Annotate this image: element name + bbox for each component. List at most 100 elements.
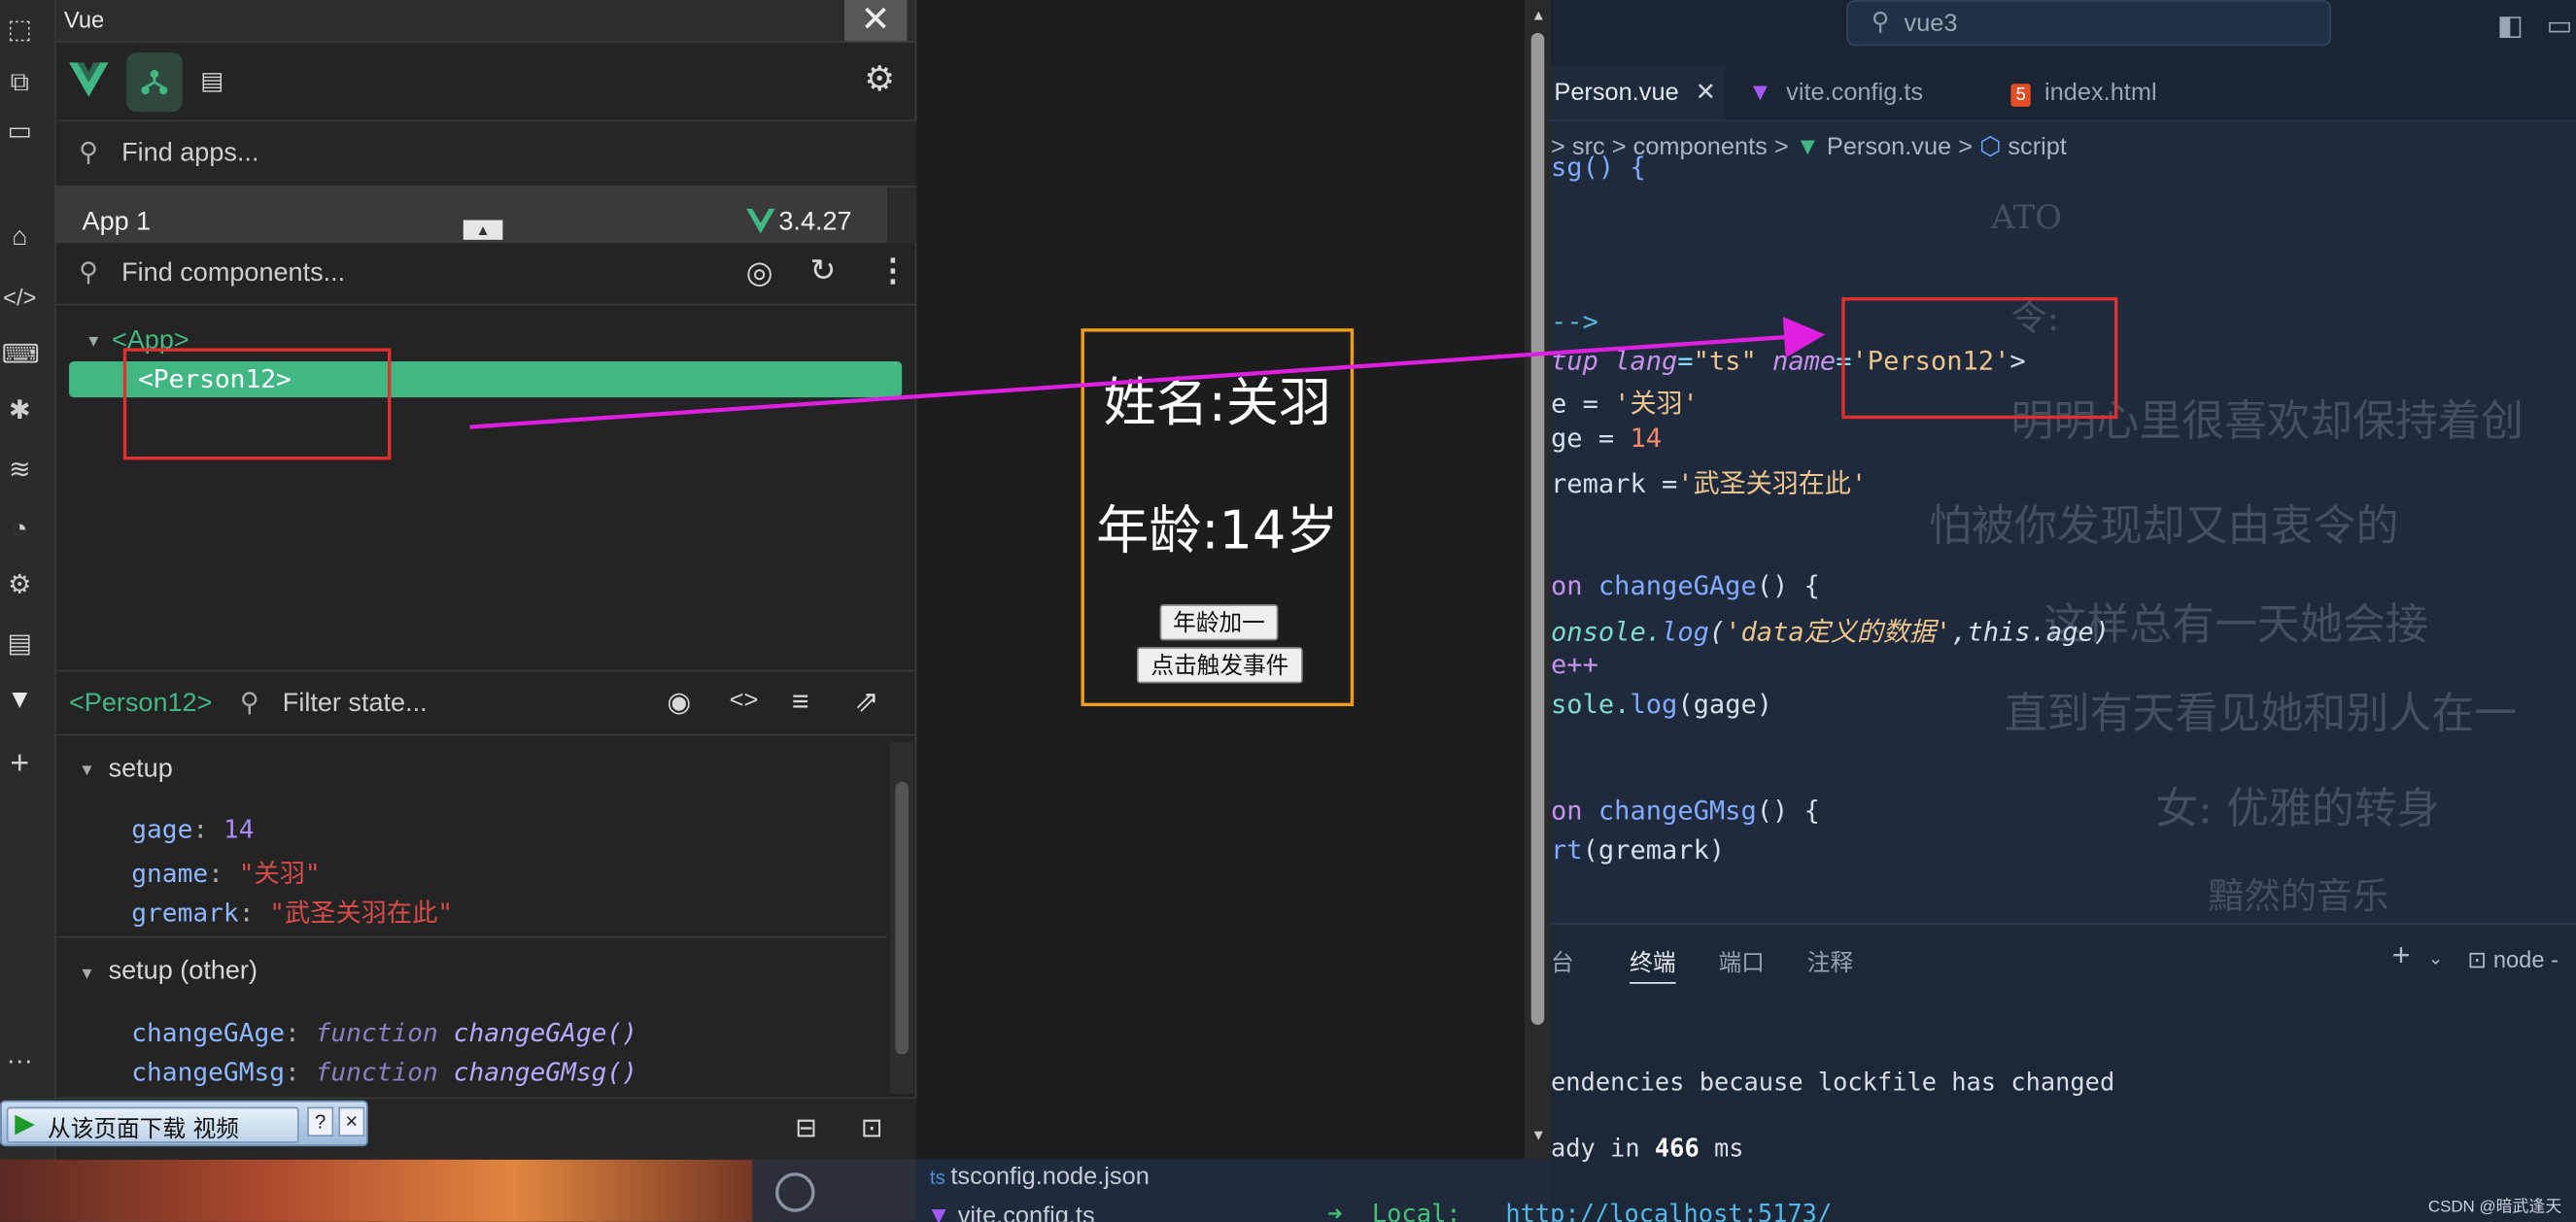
device-icon[interactable]: ⧉ xyxy=(2,66,38,102)
bug-icon[interactable]: ✱ xyxy=(2,394,38,430)
scroll-down-icon[interactable]: ▼ xyxy=(1531,1127,1546,1143)
age-plus-one-button[interactable]: 年龄加一 xyxy=(1159,604,1279,641)
chip-icon[interactable]: ⚙ xyxy=(2,568,38,604)
state-key: gremark xyxy=(131,898,239,929)
components-tab[interactable] xyxy=(126,52,183,112)
layers-icon[interactable]: ▤ xyxy=(2,628,38,663)
panel-tab-comments[interactable]: 注释 xyxy=(1807,946,1853,979)
app-scrollbar[interactable] xyxy=(886,187,917,244)
code-line: ge = 14 xyxy=(1551,422,1663,454)
more-vertical-icon[interactable]: ⋮ xyxy=(877,253,909,290)
breadcrumb-item[interactable]: script xyxy=(2008,133,2067,161)
gear-icon[interactable]: ⚙ xyxy=(864,59,895,100)
code-editor: ⚲ vue3 ◧ ▭ Person.vue ✕ ▼ vite.config.ts … xyxy=(1551,0,2576,1222)
home-icon[interactable]: ⌂ xyxy=(2,221,38,256)
breadcrumb-item[interactable]: components xyxy=(1633,133,1768,161)
more-icon[interactable]: ··· xyxy=(2,1044,38,1080)
vue-logo-icon[interactable] xyxy=(69,62,109,98)
devtools-toolbar: ▤ ⚙ xyxy=(55,43,917,122)
app-scrollbar[interactable]: ▲ ▼ xyxy=(1524,0,1552,1160)
vue-version: 3.4.27 xyxy=(778,208,852,237)
close-icon[interactable]: ✕ xyxy=(1696,79,1716,107)
tab-person-vue[interactable]: Person.vue ✕ xyxy=(1551,65,1726,120)
download-video-button[interactable]: ▶ 从该页面下载 视频 xyxy=(6,1106,299,1143)
chevron-down-icon[interactable]: ⌄ xyxy=(2428,948,2444,968)
inspect-icon[interactable]: ⬚ xyxy=(2,14,38,50)
app-scroll-thumb[interactable] xyxy=(1530,32,1545,1025)
state-row: gage: 14 xyxy=(131,814,255,845)
find-components-bar: ⚲ Find components... ◎ ↻ ⋮ xyxy=(55,243,917,306)
find-apps-input[interactable]: Find apps... xyxy=(121,140,258,169)
section-expand-icon[interactable]: ▼ xyxy=(79,762,95,780)
code-line: on changeGAge() { xyxy=(1551,569,1820,601)
code-icon[interactable]: </> xyxy=(2,279,38,315)
eye-icon[interactable]: ◉ xyxy=(667,687,691,720)
add-terminal-icon[interactable]: + xyxy=(2392,939,2411,975)
code-line: sole.log(gage) xyxy=(1551,688,1773,720)
target-icon[interactable]: ◎ xyxy=(746,255,773,292)
timeline-icon[interactable]: ▤ xyxy=(200,66,223,95)
sidebar-toggle-icon[interactable]: ◧ xyxy=(2497,10,2524,43)
setup-section-title[interactable]: setup xyxy=(109,756,173,785)
person12-component: 姓名:关羽 年龄:14岁 年龄加一 点击触发事件 xyxy=(1081,328,1355,707)
command-search[interactable]: ⚲ vue3 xyxy=(1846,0,2332,47)
search-text: vue3 xyxy=(1904,10,1958,38)
file-item[interactable]: ▼ vite.config.ts xyxy=(927,1203,1095,1222)
screenshot-icon[interactable]: ⊡ xyxy=(861,1112,883,1145)
window-icon[interactable]: ▭ xyxy=(2,115,38,151)
open-external-icon[interactable]: ⇗ xyxy=(854,685,879,720)
terminal-icon: ⊡ xyxy=(2467,945,2488,972)
state-key: changeGAge xyxy=(131,1018,286,1048)
help-icon[interactable]: ? xyxy=(307,1106,334,1137)
panel-toggle-icon[interactable]: ▭ xyxy=(2547,10,2573,43)
inspector-component-name: <Person12> xyxy=(69,690,213,718)
list-icon[interactable]: ≡ xyxy=(792,685,809,720)
vue-icon[interactable]: ▼ xyxy=(2,683,38,719)
panel-tab-terminal[interactable]: 终端 xyxy=(1630,946,1676,984)
inspector-scrollbar[interactable] xyxy=(890,742,914,1095)
collapse-arrow-icon[interactable]: ▲ xyxy=(463,220,503,240)
terminal-line: ady in 466 ms xyxy=(1551,1133,1744,1164)
search-icon: ⚲ xyxy=(79,139,98,168)
gauge-icon[interactable]: ◔ xyxy=(2,512,38,548)
html5-icon: 5 xyxy=(2010,84,2031,107)
panel-tab-output[interactable]: 台 xyxy=(1551,946,1574,979)
terminal-selector[interactable]: ⊡ node - xyxy=(2467,946,2559,974)
account-icon[interactable] xyxy=(775,1172,815,1212)
devtools-titlebar: Vue ✕ xyxy=(55,0,915,43)
tab-vite-config[interactable]: ▼ vite.config.ts xyxy=(1748,66,1978,120)
close-icon[interactable]: ✕ xyxy=(844,0,908,42)
close-icon[interactable]: × xyxy=(338,1106,365,1137)
app-selector[interactable]: App 1 3.4.27 ▲ xyxy=(55,187,917,244)
panel-tab-ports[interactable]: 端口 xyxy=(1718,946,1764,979)
add-icon[interactable]: + xyxy=(2,746,38,782)
section-expand-icon[interactable]: ▼ xyxy=(79,966,95,984)
app-preview: 姓名:关羽 年龄:14岁 年龄加一 点击触发事件 ▲ ▼ xyxy=(916,0,1558,1160)
vue-version-icon xyxy=(746,208,775,234)
localhost-link[interactable]: http://localhost:5173/ xyxy=(1505,1199,1832,1222)
setup-other-section-title[interactable]: setup (other) xyxy=(109,958,258,987)
inspector-scroll-thumb[interactable] xyxy=(895,781,909,1055)
state-value[interactable]: 14 xyxy=(223,815,255,844)
dock-icon[interactable]: ⊟ xyxy=(795,1112,817,1145)
explorer-sidebar-strip xyxy=(752,1159,917,1222)
find-components-input[interactable]: Find components... xyxy=(121,259,345,289)
refresh-icon[interactable]: ↻ xyxy=(810,253,837,290)
scroll-up-icon[interactable]: ▲ xyxy=(1531,7,1546,23)
terminal-icon[interactable]: ⌨ xyxy=(2,338,40,374)
trigger-event-button[interactable]: 点击触发事件 xyxy=(1136,647,1303,684)
wifi-icon[interactable]: ≋ xyxy=(2,454,38,490)
background-text: 怕被你发现却又由衷令的 xyxy=(1928,502,2399,553)
filter-state-input[interactable]: Filter state... xyxy=(283,690,428,719)
state-value[interactable]: "关羽" xyxy=(239,859,321,888)
code-line: e++ xyxy=(1551,648,1598,680)
divider xyxy=(55,935,887,938)
tree-expand-icon[interactable]: ▼ xyxy=(86,333,102,352)
code-icon[interactable]: <> xyxy=(730,687,759,715)
breadcrumb-item[interactable]: Person.vue xyxy=(1827,133,1951,161)
state-value[interactable]: "武圣关羽在此" xyxy=(269,899,453,928)
tab-index-html[interactable]: 5 index.html xyxy=(2010,66,2217,120)
desktop-background xyxy=(0,1159,773,1222)
file-item[interactable]: ts tsconfig.node.json xyxy=(930,1163,1150,1191)
search-icon: ⚲ xyxy=(239,690,259,718)
